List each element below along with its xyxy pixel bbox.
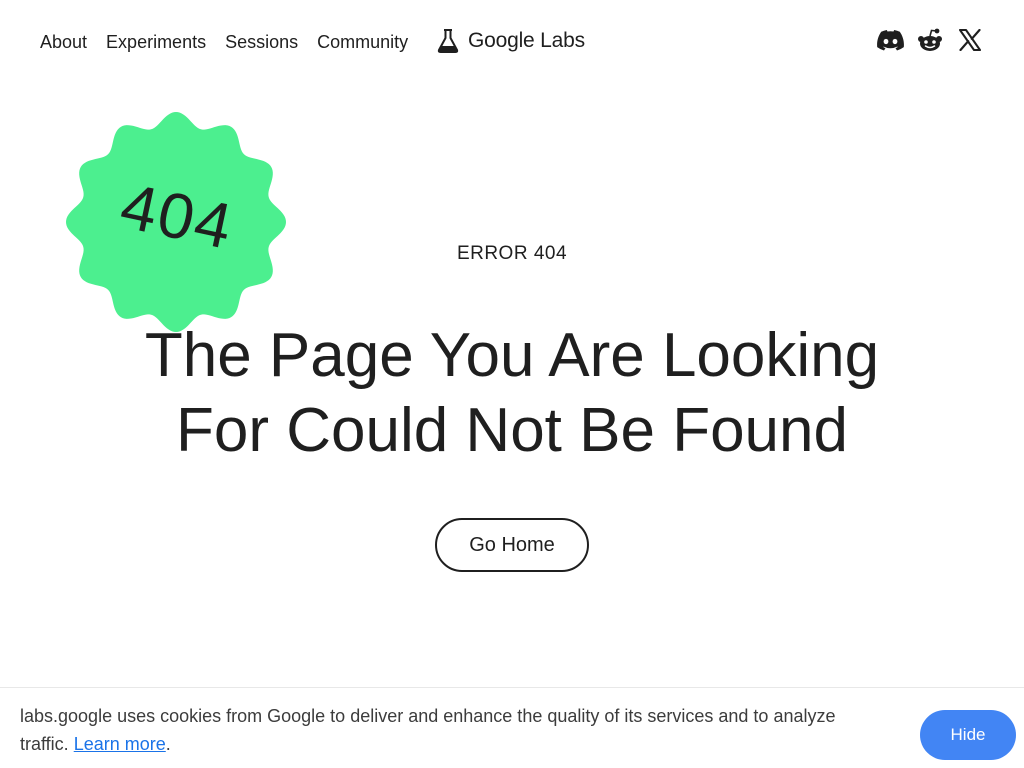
page: About Experiments Sessions Community Goo… [0, 0, 1024, 768]
headline-line-1: The Page You Are Looking [144, 321, 880, 390]
nav-experiments[interactable]: Experiments [106, 30, 206, 54]
go-home-button[interactable]: Go Home [435, 518, 589, 572]
cookie-banner: labs.google uses cookies from Google to … [0, 687, 1024, 768]
hide-cookie-button[interactable]: Hide [920, 710, 1016, 760]
nav-community[interactable]: Community [317, 30, 408, 54]
google-labs-logo[interactable]: Google Labs [436, 28, 585, 54]
social-links [864, 26, 984, 54]
error-404-badge: 404 [58, 104, 294, 340]
nav-sessions[interactable]: Sessions [225, 30, 298, 54]
reddit-icon[interactable] [916, 26, 944, 54]
x-icon[interactable] [956, 26, 984, 54]
flask-icon [436, 28, 460, 54]
cookie-message: labs.google uses cookies from Google to … [20, 702, 880, 758]
main-nav: About Experiments Sessions Community [40, 30, 427, 54]
logo-text: Google Labs [468, 29, 585, 52]
learn-more-link[interactable]: Learn more [74, 734, 166, 754]
page-headline: The Page You Are Looking For Could Not B… [0, 318, 1024, 468]
nav-about[interactable]: About [40, 30, 87, 54]
error-label: ERROR 404 [456, 243, 568, 264]
cookie-period: . [165, 734, 171, 754]
discord-icon[interactable] [876, 26, 904, 54]
site-header: About Experiments Sessions Community Goo… [0, 0, 1024, 84]
headline-line-2: For Could Not Be Found [175, 396, 848, 465]
